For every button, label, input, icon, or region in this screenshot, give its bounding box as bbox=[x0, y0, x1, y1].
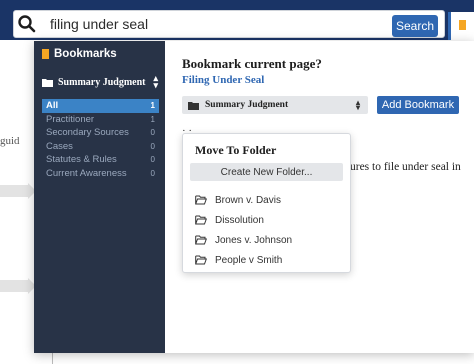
sidebar-item-label: All bbox=[46, 100, 59, 112]
bookmark-prompt-title: Bookmark current page? bbox=[182, 56, 322, 71]
folder-selector-label: Summary Judgment bbox=[58, 76, 146, 88]
bookmark-icon bbox=[42, 49, 49, 59]
sidebar-item-cases[interactable]: Cases 0 bbox=[42, 140, 159, 154]
folder-icon bbox=[188, 101, 199, 110]
sidebar-item-count: 0 bbox=[150, 168, 155, 178]
sidebar-item-label: Current Awareness bbox=[46, 167, 127, 179]
folder-select-value: Summary Judgment bbox=[205, 100, 289, 110]
folder-item[interactable]: People v Smith bbox=[195, 250, 292, 270]
background-arrow-icon bbox=[0, 183, 36, 199]
sidebar-item-count: 0 bbox=[150, 155, 155, 165]
sidebar-item-statutes-rules[interactable]: Statutes & Rules 0 bbox=[42, 153, 159, 167]
background-text: guid bbox=[0, 135, 20, 147]
create-new-folder-button[interactable]: Create New Folder... bbox=[190, 163, 343, 181]
folder-item-label: People v Smith bbox=[215, 254, 283, 266]
bookmark-icon bbox=[459, 20, 466, 30]
folder-open-icon bbox=[195, 235, 207, 245]
background-text: ures to file under seal in bbox=[350, 161, 461, 173]
folder-item[interactable]: Jones v. Johnson bbox=[195, 230, 292, 250]
folder-item-label: Jones v. Johnson bbox=[215, 234, 293, 246]
sidebar-item-count: 0 bbox=[150, 128, 155, 138]
category-list: All 1 Practitioner 1 Secondary Sources 0… bbox=[42, 99, 159, 180]
background-divider bbox=[52, 352, 53, 364]
current-page-name[interactable]: Filing Under Seal bbox=[182, 74, 264, 86]
folder-select[interactable]: Summary Judgment ▴ ▾ bbox=[182, 96, 368, 114]
folder-open-icon bbox=[195, 215, 207, 225]
sidebar-item-label: Secondary Sources bbox=[46, 127, 129, 139]
folder-open-icon bbox=[195, 255, 207, 265]
folder-item[interactable]: Brown v. Davis bbox=[195, 190, 292, 210]
bookmarks-header-label: Bookmarks bbox=[54, 48, 117, 60]
folder-item-label: Brown v. Davis bbox=[215, 194, 281, 206]
sidebar-item-count: 1 bbox=[150, 101, 155, 111]
sidebar-item-count: 0 bbox=[150, 141, 155, 151]
search-button[interactable]: Search bbox=[392, 15, 438, 37]
chevron-updown-icon: ▴ ▾ bbox=[355, 98, 360, 112]
background-arrow-icon bbox=[0, 278, 36, 294]
sidebar-item-label: Cases bbox=[46, 140, 73, 152]
bookmarks-toggle-button[interactable] bbox=[448, 12, 474, 40]
add-bookmark-button[interactable]: Add Bookmark bbox=[377, 96, 459, 114]
move-to-folder-title: Move To Folder bbox=[195, 143, 277, 157]
sidebar-item-current-awareness[interactable]: Current Awareness 0 bbox=[42, 167, 159, 181]
sidebar-item-label: Practitioner bbox=[46, 113, 95, 125]
folder-item-label: Dissolution bbox=[215, 214, 264, 226]
folder-item[interactable]: Dissolution bbox=[195, 210, 292, 230]
sidebar-item-secondary-sources[interactable]: Secondary Sources 0 bbox=[42, 126, 159, 140]
sidebar-item-practitioner[interactable]: Practitioner 1 bbox=[42, 113, 159, 127]
folder-selector[interactable]: Summary Judgment ▴ ▾ bbox=[42, 73, 160, 91]
sidebar-item-all[interactable]: All 1 bbox=[42, 99, 159, 113]
folder-open-icon bbox=[195, 195, 207, 205]
search-icon bbox=[18, 15, 36, 33]
folder-icon bbox=[42, 78, 53, 87]
bookmarks-header: Bookmarks bbox=[42, 48, 117, 60]
sidebar-item-count: 1 bbox=[150, 114, 155, 124]
chevron-updown-icon: ▴ ▾ bbox=[153, 73, 158, 90]
folder-list: Brown v. Davis Dissolution Jones v. John… bbox=[195, 190, 292, 270]
search-input[interactable]: filing under seal bbox=[50, 16, 350, 32]
sidebar-item-label: Statutes & Rules bbox=[46, 154, 117, 166]
